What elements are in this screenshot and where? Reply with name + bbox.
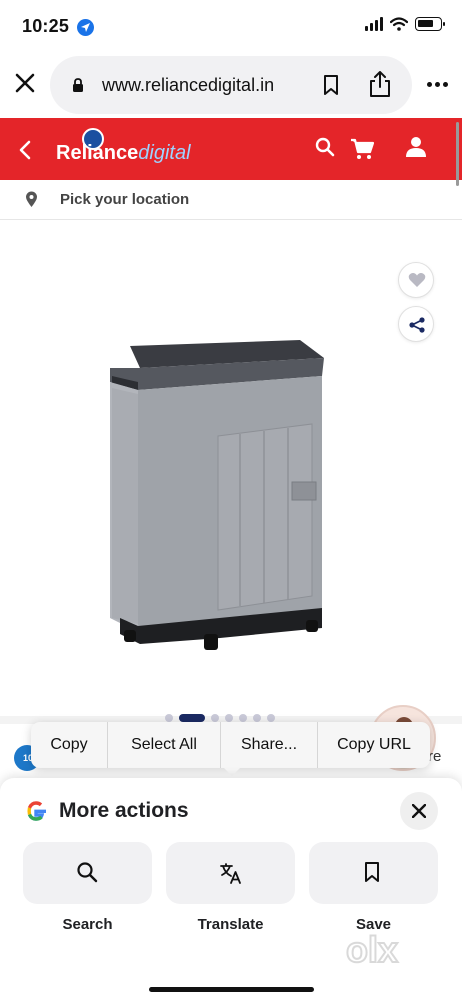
partial-text: re (428, 748, 442, 765)
logo-text: Reliancedigital (56, 142, 191, 164)
share-menu-item[interactable]: Share... (221, 722, 318, 768)
location-selector[interactable]: Pick your location (0, 180, 462, 220)
search-action-label: Search (62, 916, 113, 933)
translate-action-label: Translate (197, 916, 264, 933)
svg-text:olx: olx (346, 929, 398, 970)
bookmark-icon (365, 862, 379, 882)
google-logo-icon (27, 801, 46, 821)
location-arrow-icon (77, 19, 94, 36)
share-product-button[interactable] (398, 306, 434, 342)
url-text[interactable]: www.reliancedigital.in (102, 75, 274, 96)
location-label[interactable]: Pick your location (60, 191, 189, 208)
copy-menu-item[interactable]: Copy (31, 722, 108, 768)
bookmark-icon[interactable] (322, 74, 340, 96)
share-icon[interactable] (368, 70, 392, 98)
pagination-dot[interactable] (239, 714, 247, 722)
scrollbar[interactable] (456, 122, 459, 186)
map-pin-icon (26, 191, 37, 207)
pagination-dot[interactable] (253, 714, 261, 722)
close-icon (412, 804, 426, 818)
status-indicators (365, 17, 445, 31)
user-icon[interactable] (404, 135, 428, 159)
home-indicator[interactable] (149, 987, 314, 992)
cellular-signal-icon (365, 17, 383, 31)
translate-icon (220, 863, 241, 884)
battery-icon (415, 17, 445, 31)
wishlist-button[interactable] (398, 262, 434, 298)
back-arrow-icon[interactable] (18, 140, 32, 160)
sheet-title: More actions (59, 799, 189, 822)
select-all-menu-item[interactable]: Select All (108, 722, 221, 768)
site-header: Reliancedigital (0, 118, 462, 180)
browser-toolbar: www.reliancedigital.in (0, 52, 462, 118)
pagination-dot[interactable] (225, 714, 233, 722)
washing-machine-image (110, 340, 324, 650)
product-image-gallery[interactable] (0, 220, 462, 720)
share-nodes-icon (409, 317, 425, 333)
cart-icon[interactable] (350, 138, 374, 160)
more-options-icon[interactable] (427, 82, 448, 87)
pagination-dot[interactable] (211, 714, 219, 722)
lock-icon (73, 78, 83, 92)
save-action-button[interactable] (309, 842, 438, 904)
reliance-digital-logo[interactable]: Reliancedigital (56, 128, 216, 174)
translate-action-button[interactable] (166, 842, 295, 904)
search-action-button[interactable] (23, 842, 152, 904)
olx-watermark: olx (345, 928, 399, 971)
context-menu-pointer (222, 766, 242, 776)
pagination-dot[interactable] (165, 714, 173, 722)
copy-url-menu-item[interactable]: Copy URL (318, 722, 430, 768)
image-pagination[interactable] (165, 714, 275, 722)
status-time: 10:25 (22, 16, 70, 36)
status-bar: 10:25 (0, 0, 462, 52)
heart-icon (408, 273, 426, 287)
search-icon[interactable] (315, 137, 335, 157)
pagination-dot-active[interactable] (179, 714, 205, 722)
text-context-menu: Copy Select All Share... Copy URL (31, 722, 430, 768)
pagination-dot[interactable] (267, 714, 275, 722)
sheet-close-button[interactable] (400, 792, 438, 830)
close-icon[interactable] (14, 72, 36, 94)
wifi-icon (390, 17, 408, 31)
address-bar[interactable]: www.reliancedigital.in (50, 56, 412, 114)
search-icon (77, 862, 98, 883)
